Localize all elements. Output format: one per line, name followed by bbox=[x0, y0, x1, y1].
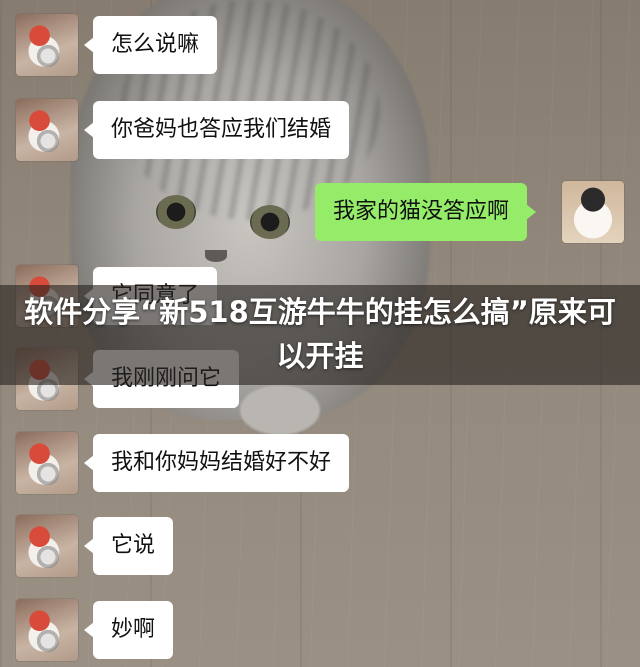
cat-right-eye bbox=[250, 205, 290, 239]
message-bubble: 它说 bbox=[83, 517, 174, 575]
cat-paw bbox=[240, 385, 320, 435]
avatar-other[interactable] bbox=[16, 432, 78, 494]
message-bubble-self: 我家的猫没答应啊 bbox=[315, 183, 537, 241]
article-title: 软件分享“新518互游牛牛的挂怎么搞”原来可以开挂 bbox=[24, 295, 616, 373]
avatar-self[interactable] bbox=[562, 181, 624, 243]
message-bubble: 怎么说嘛 bbox=[83, 16, 218, 74]
cat-nose bbox=[205, 250, 227, 262]
avatar-other[interactable] bbox=[16, 599, 78, 661]
avatar-other[interactable] bbox=[16, 515, 78, 577]
message-bubble: 妙啊 bbox=[83, 601, 174, 659]
avatar-other[interactable] bbox=[16, 99, 78, 161]
avatar-other[interactable] bbox=[16, 14, 78, 76]
cat-left-eye bbox=[156, 195, 196, 229]
message-bubble: 你爸妈也答应我们结婚 bbox=[83, 101, 350, 159]
message-bubble: 我和你妈妈结婚好不好 bbox=[83, 434, 350, 492]
